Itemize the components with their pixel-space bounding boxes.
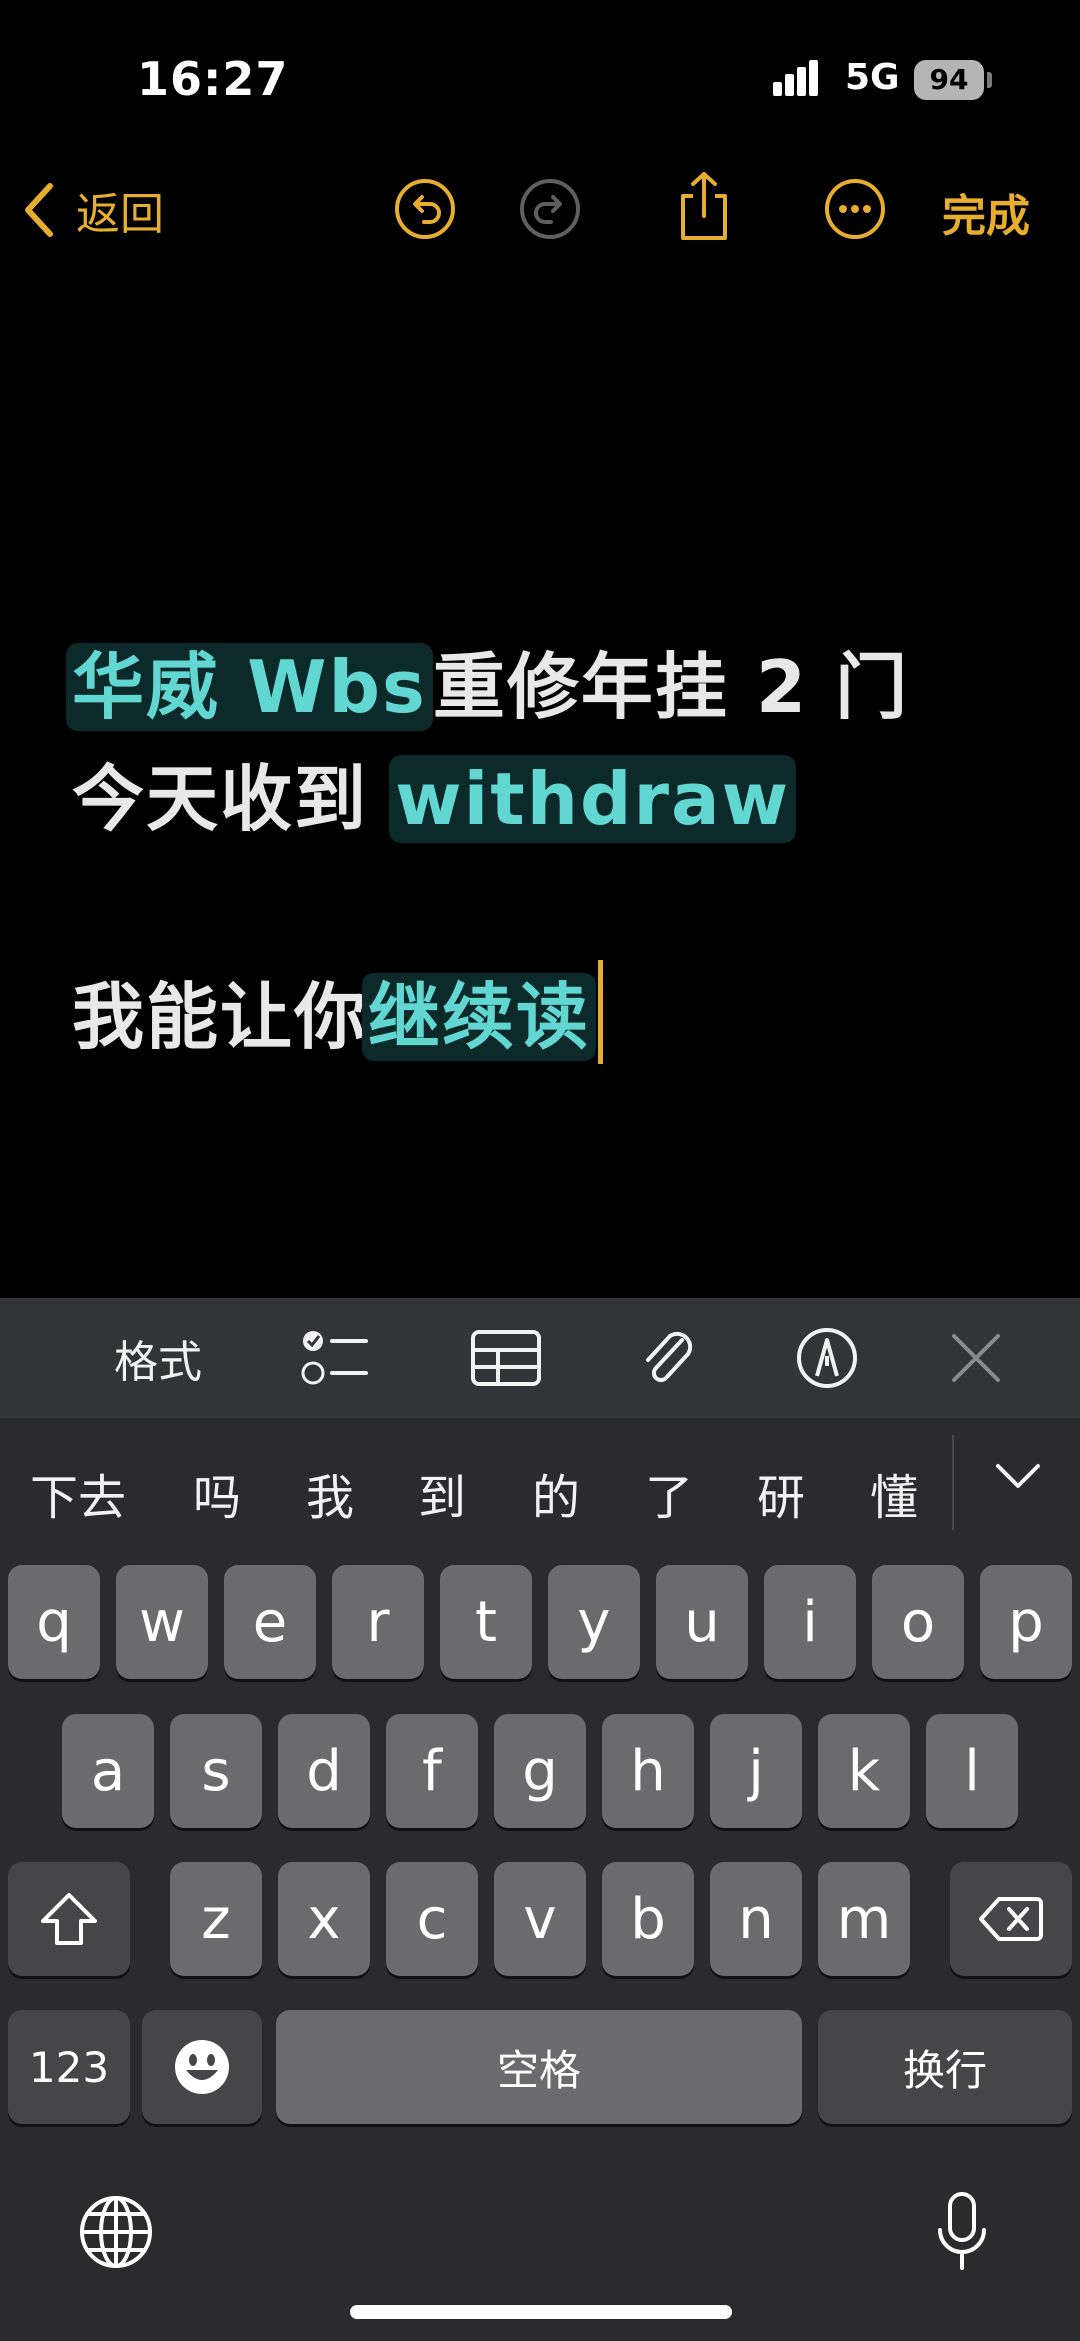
markup-pen-icon[interactable] — [795, 1326, 859, 1390]
redo-icon[interactable] — [519, 178, 581, 240]
key-y[interactable]: y — [548, 1565, 640, 1679]
microphone-icon[interactable] — [934, 2190, 990, 2274]
key-g[interactable]: g — [494, 1714, 586, 1828]
highlighted-text: 继续读 — [362, 973, 597, 1061]
note-line-1[interactable]: 华威 Wbs重修年挂 2 门 — [66, 628, 910, 733]
table-icon[interactable] — [470, 1326, 542, 1390]
shift-icon — [41, 1893, 97, 1945]
candidate-item[interactable]: 研 — [757, 1458, 805, 1528]
note-text: 我能让你 — [72, 975, 369, 1059]
signal-icon — [773, 60, 818, 96]
key-f[interactable]: f — [386, 1714, 478, 1828]
note-line-3[interactable]: 我能让你继续读 — [72, 958, 604, 1064]
key-o[interactable]: o — [872, 1565, 964, 1679]
chevron-down-icon[interactable] — [994, 1462, 1042, 1492]
note-text: 重修年挂 2 门 — [432, 645, 910, 729]
key-i[interactable]: i — [764, 1565, 856, 1679]
key-q[interactable]: q — [8, 1565, 100, 1679]
key-j[interactable]: j — [710, 1714, 802, 1828]
close-icon[interactable] — [950, 1326, 1002, 1390]
numbers-key[interactable]: 123 — [8, 2010, 130, 2124]
key-e[interactable]: e — [224, 1565, 316, 1679]
key-s[interactable]: s — [170, 1714, 262, 1828]
key-l[interactable]: l — [926, 1714, 1018, 1828]
key-z[interactable]: z — [170, 1862, 262, 1976]
delete-key[interactable] — [950, 1862, 1072, 1976]
key-t[interactable]: t — [440, 1565, 532, 1679]
share-icon[interactable] — [673, 170, 735, 242]
emoji-key[interactable] — [142, 2010, 262, 2124]
checklist-icon[interactable] — [300, 1326, 370, 1390]
globe-icon[interactable] — [78, 2194, 154, 2270]
candidate-item[interactable]: 下去 — [30, 1458, 126, 1528]
key-r[interactable]: r — [332, 1565, 424, 1679]
status-time: 16:27 — [137, 52, 289, 106]
candidate-item[interactable]: 我 — [306, 1458, 354, 1528]
home-indicator — [350, 2305, 732, 2319]
emoji-icon — [175, 2040, 229, 2094]
chevron-left-icon — [25, 183, 53, 237]
candidate-divider — [952, 1435, 954, 1530]
back-button[interactable]: 返回 — [22, 178, 164, 242]
highlighted-text: withdraw — [389, 755, 797, 843]
note-text: 今天收到 — [72, 757, 396, 841]
shift-key[interactable] — [8, 1862, 130, 1976]
key-d[interactable]: d — [278, 1714, 370, 1828]
candidate-item[interactable]: 吗 — [193, 1458, 241, 1528]
format-button[interactable]: 格式 — [108, 1326, 208, 1390]
note-line-2[interactable]: 今天收到 withdraw — [72, 740, 797, 845]
key-c[interactable]: c — [386, 1862, 478, 1976]
undo-icon[interactable] — [394, 178, 456, 240]
key-p[interactable]: p — [980, 1565, 1072, 1679]
text-cursor — [598, 960, 604, 1064]
paperclip-icon[interactable] — [638, 1326, 698, 1390]
key-u[interactable]: u — [656, 1565, 748, 1679]
battery-cap — [987, 72, 992, 88]
key-k[interactable]: k — [818, 1714, 910, 1828]
candidate-item[interactable]: 的 — [532, 1458, 580, 1528]
network-type: 5G — [845, 57, 900, 98]
key-n[interactable]: n — [710, 1862, 802, 1976]
key-m[interactable]: m — [818, 1862, 910, 1976]
highlighted-text: 华威 Wbs — [66, 643, 433, 731]
key-b[interactable]: b — [602, 1862, 694, 1976]
key-x[interactable]: x — [278, 1862, 370, 1976]
key-w[interactable]: w — [116, 1565, 208, 1679]
backspace-icon — [979, 1897, 1043, 1941]
space-key[interactable]: 空格 — [276, 2010, 802, 2124]
key-v[interactable]: v — [494, 1862, 586, 1976]
key-a[interactable]: a — [62, 1714, 154, 1828]
back-label: 返回 — [76, 189, 164, 240]
more-icon[interactable] — [824, 178, 886, 240]
candidate-item[interactable]: 懂 — [870, 1458, 918, 1528]
battery-level: 94 — [929, 63, 969, 96]
return-key[interactable]: 换行 — [818, 2010, 1072, 2124]
battery-icon: 94 — [914, 60, 984, 100]
done-button[interactable]: 完成 — [942, 180, 1030, 244]
key-h[interactable]: h — [602, 1714, 694, 1828]
candidate-item[interactable]: 了 — [645, 1458, 693, 1528]
candidate-item[interactable]: 到 — [418, 1458, 466, 1528]
